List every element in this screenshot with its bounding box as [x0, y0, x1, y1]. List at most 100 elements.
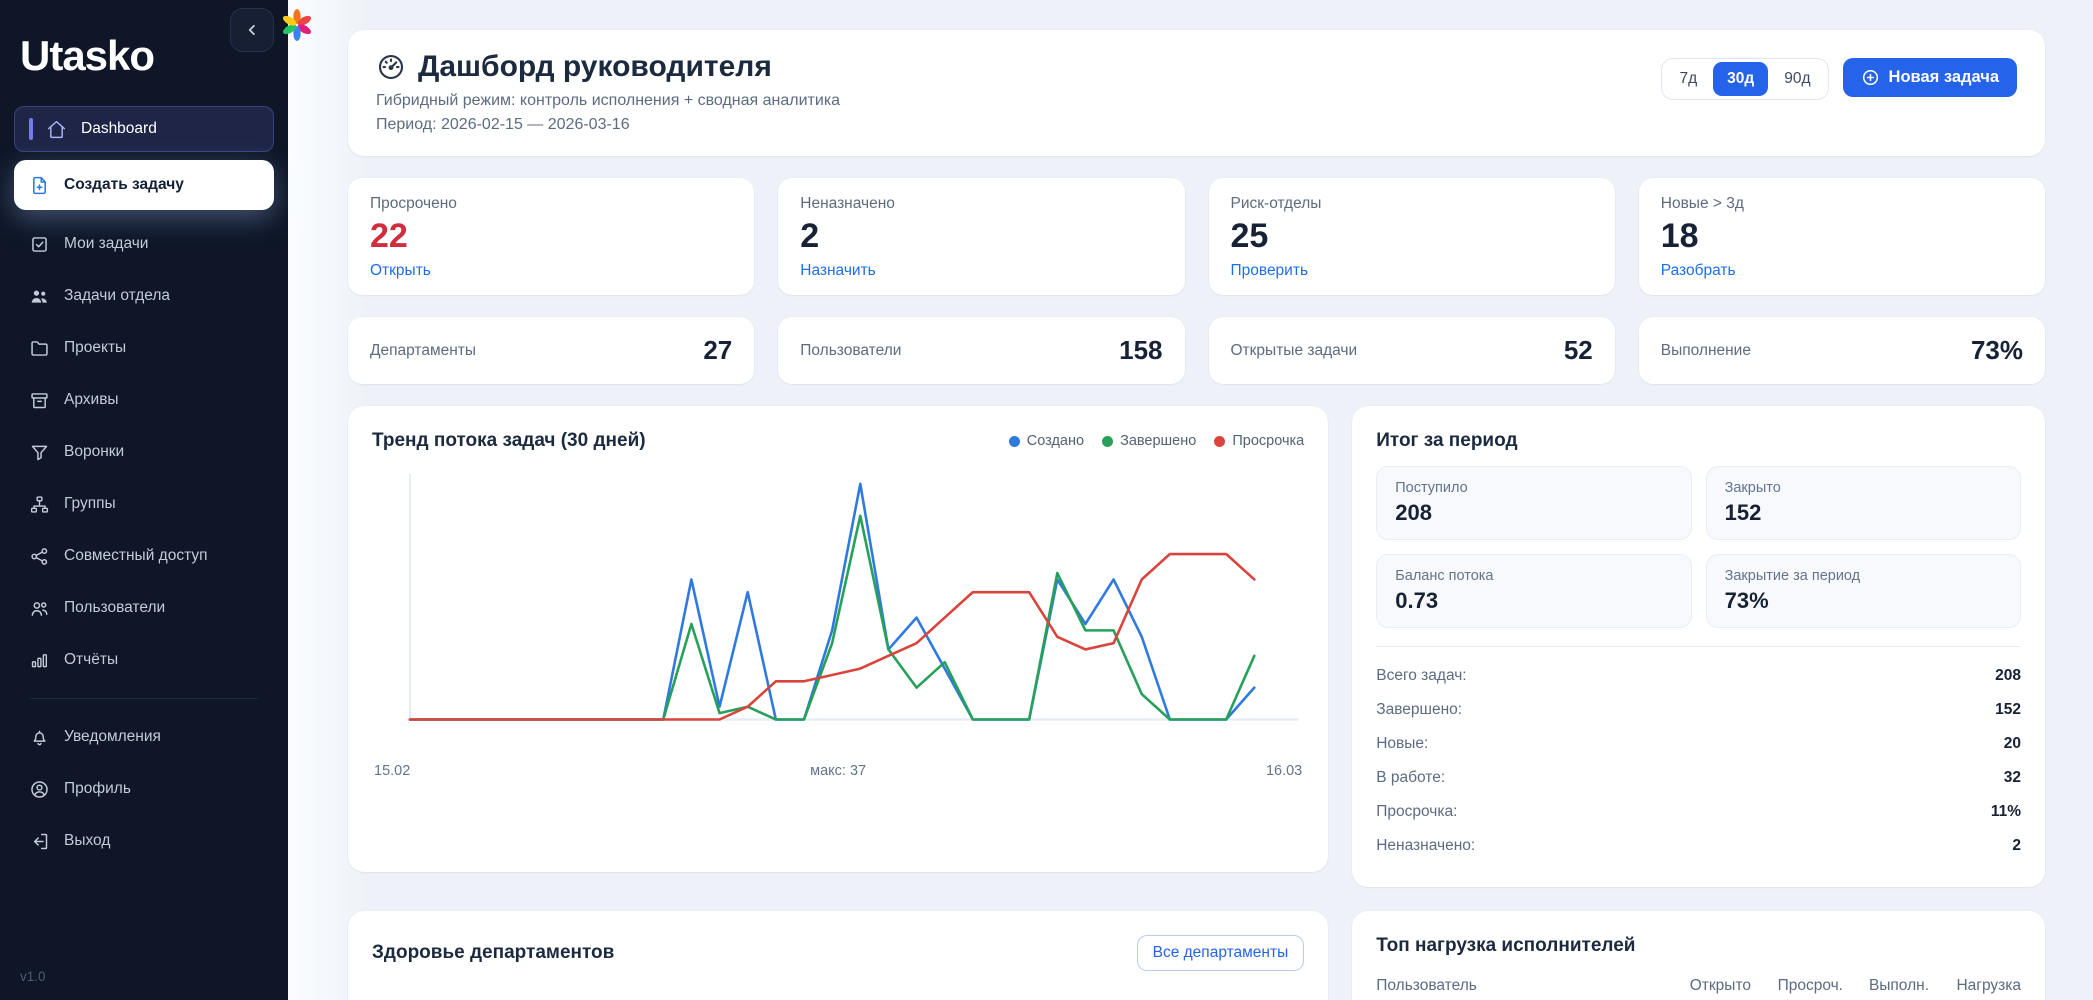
user-circle-icon [28, 778, 50, 800]
mini-card-closure-rate: Закрытие за период 73% [1706, 554, 2021, 628]
new-task-button[interactable]: Новая задача [1843, 58, 2017, 97]
funnel-icon [28, 441, 50, 463]
mini-value: 208 [1395, 500, 1672, 526]
legend-dot-created [1009, 436, 1020, 447]
range-segmented-control: 7д 30д 90д [1661, 58, 1828, 100]
page-header-left: Дашборд руководителя Гибридный режим: ко… [376, 50, 840, 134]
bell-icon [28, 726, 50, 748]
active-indicator-bar [29, 118, 33, 140]
stat-card-completion: Выполнение 73% [1639, 317, 2045, 384]
range-7d-button[interactable]: 7д [1665, 62, 1711, 96]
sidebar-item-shared-access[interactable]: Совместный доступ [14, 530, 274, 582]
sidebar-item-department-tasks[interactable]: Задачи отдела [14, 270, 274, 322]
mini-value: 73% [1725, 588, 2002, 614]
sidebar-item-users[interactable]: Пользователи [14, 582, 274, 634]
summary-row-label: Завершено: [1376, 701, 1462, 719]
range-30d-button[interactable]: 30д [1713, 62, 1768, 96]
sidebar-item-create-task[interactable]: Создать задачу [14, 160, 274, 210]
column-header: Закрыто [1052, 995, 1140, 1000]
sidebar-item-notifications[interactable]: Уведомления [14, 711, 274, 763]
column-header: Польз. [728, 995, 798, 1000]
kpi-link-assign[interactable]: Назначить [800, 262, 876, 280]
x-axis-start-label: 15.02 [374, 763, 410, 779]
chart-max-label: макс: 37 [810, 763, 866, 779]
app-version: v1.0 [20, 969, 46, 984]
sidebar-item-funnels[interactable]: Воронки [14, 426, 274, 478]
home-icon [45, 118, 67, 140]
page-title: Дашборд руководителя [418, 50, 772, 84]
chart-title: Тренд потока задач (30 дней) [372, 430, 646, 452]
period-label: Период: 2026-02-15 — 2026-03-16 [376, 116, 840, 134]
sidebar-collapse-button[interactable] [230, 8, 274, 52]
department-table-header: Департамент Польз. Всего Открыто Просроч… [372, 995, 1304, 1000]
sidebar-item-label: Мои задачи [64, 235, 148, 253]
range-90d-button[interactable]: 90д [1770, 62, 1824, 96]
stat-label: Открытые задачи [1231, 342, 1358, 360]
kpi-link-check[interactable]: Проверить [1231, 262, 1309, 280]
kpi-card-risk-departments: Риск-отделы 25 Проверить [1209, 178, 1615, 295]
kpi-value: 22 [370, 217, 732, 256]
mini-card-incoming: Поступило 208 [1376, 466, 1691, 540]
summary-row-label: Новые: [1376, 735, 1428, 753]
summary-row-label: Неназначено: [1376, 837, 1475, 855]
sidebar-item-groups[interactable]: Группы [14, 478, 274, 530]
kpi-link-open[interactable]: Открыть [370, 262, 431, 280]
mini-value: 152 [1725, 500, 2002, 526]
legend-item-completed: Завершено [1102, 433, 1196, 449]
bottom-columns: Здоровье департаментов Все департаменты … [348, 911, 2045, 1000]
sidebar-item-label: Совместный доступ [64, 547, 208, 565]
mini-card-flow-balance: Баланс потока 0.73 [1376, 554, 1691, 628]
share-icon [28, 545, 50, 567]
column-header: Просроч. [956, 995, 1052, 1000]
logo-text: Utasko [20, 32, 154, 80]
stat-value: 27 [703, 335, 732, 366]
department-health-title: Здоровье департаментов [372, 942, 614, 964]
sidebar-item-dashboard[interactable]: Dashboard [14, 106, 274, 152]
summary-row-unassigned: Неназначено: 2 [1376, 829, 2021, 863]
top-load-title: Топ нагрузка исполнителей [1376, 935, 2021, 957]
legend-item-overdue: Просрочка [1214, 433, 1304, 449]
summary-row-label: В работе: [1376, 769, 1445, 787]
sidebar-item-my-tasks[interactable]: Мои задачи [14, 218, 274, 270]
summary-row-overdue: Просрочка: 11% [1376, 795, 2021, 829]
sidebar-item-logout[interactable]: Выход [14, 815, 274, 867]
kpi-value: 18 [1661, 217, 2023, 256]
sidebar-item-projects[interactable]: Проекты [14, 322, 274, 374]
column-header: Пользователь [1376, 971, 1663, 1000]
sidebar-item-label: Воронки [64, 443, 124, 461]
sidebar-item-label: Выход [64, 832, 110, 850]
legend-label: Создано [1027, 433, 1084, 449]
kpi-link-sort-out[interactable]: Разобрать [1661, 262, 1736, 280]
column-header: Выполн. [1140, 995, 1232, 1000]
summary-row-label: Просрочка: [1376, 803, 1457, 821]
sidebar-item-archives[interactable]: Архивы [14, 374, 274, 426]
sidebar-item-label: Уведомления [64, 728, 161, 746]
kpi-card-new-over-3d: Новые > 3д 18 Разобрать [1639, 178, 2045, 295]
stat-value: 158 [1119, 335, 1162, 366]
period-summary-card: Итог за период Поступило 208 Закрыто 152… [1352, 406, 2045, 887]
kpi-label: Просрочено [370, 195, 732, 213]
summary-row-completed: Завершено: 152 [1376, 693, 2021, 727]
page-header-actions: 7д 30д 90д Новая задача [1661, 50, 2017, 134]
summary-rows: Всего задач: 208 Завершено: 152 Новые: 2… [1376, 659, 2021, 863]
stat-card-departments: Департаменты 27 [348, 317, 754, 384]
sidebar-item-label: Пользователи [64, 599, 165, 617]
kpi-value: 2 [800, 217, 1162, 256]
kpi-card-unassigned: Неназначено 2 Назначить [778, 178, 1184, 295]
sidebar-divider [30, 698, 258, 699]
main-content: Дашборд руководителя Гибридный режим: ко… [288, 0, 2093, 1000]
kpi-label: Риск-отделы [1231, 195, 1593, 213]
logout-icon [28, 830, 50, 852]
sidebar-item-label: Проекты [64, 339, 126, 357]
mini-label: Закрытие за период [1725, 568, 2002, 584]
summary-mini-grid: Поступило 208 Закрыто 152 Баланс потока … [1376, 466, 2021, 628]
column-header: Открыто [1663, 971, 1751, 1000]
summary-row-label: Всего задач: [1376, 667, 1466, 685]
sidebar-item-reports[interactable]: Отчёты [14, 634, 274, 686]
sidebar-item-profile[interactable]: Профиль [14, 763, 274, 815]
legend-dot-completed [1102, 436, 1113, 447]
mini-value: 0.73 [1395, 588, 1672, 614]
kpi-card-overdue: Просрочено 22 Открыть [348, 178, 754, 295]
stat-row: Департаменты 27 Пользователи 158 Открыты… [348, 317, 2045, 384]
all-departments-button[interactable]: Все департаменты [1137, 935, 1305, 971]
